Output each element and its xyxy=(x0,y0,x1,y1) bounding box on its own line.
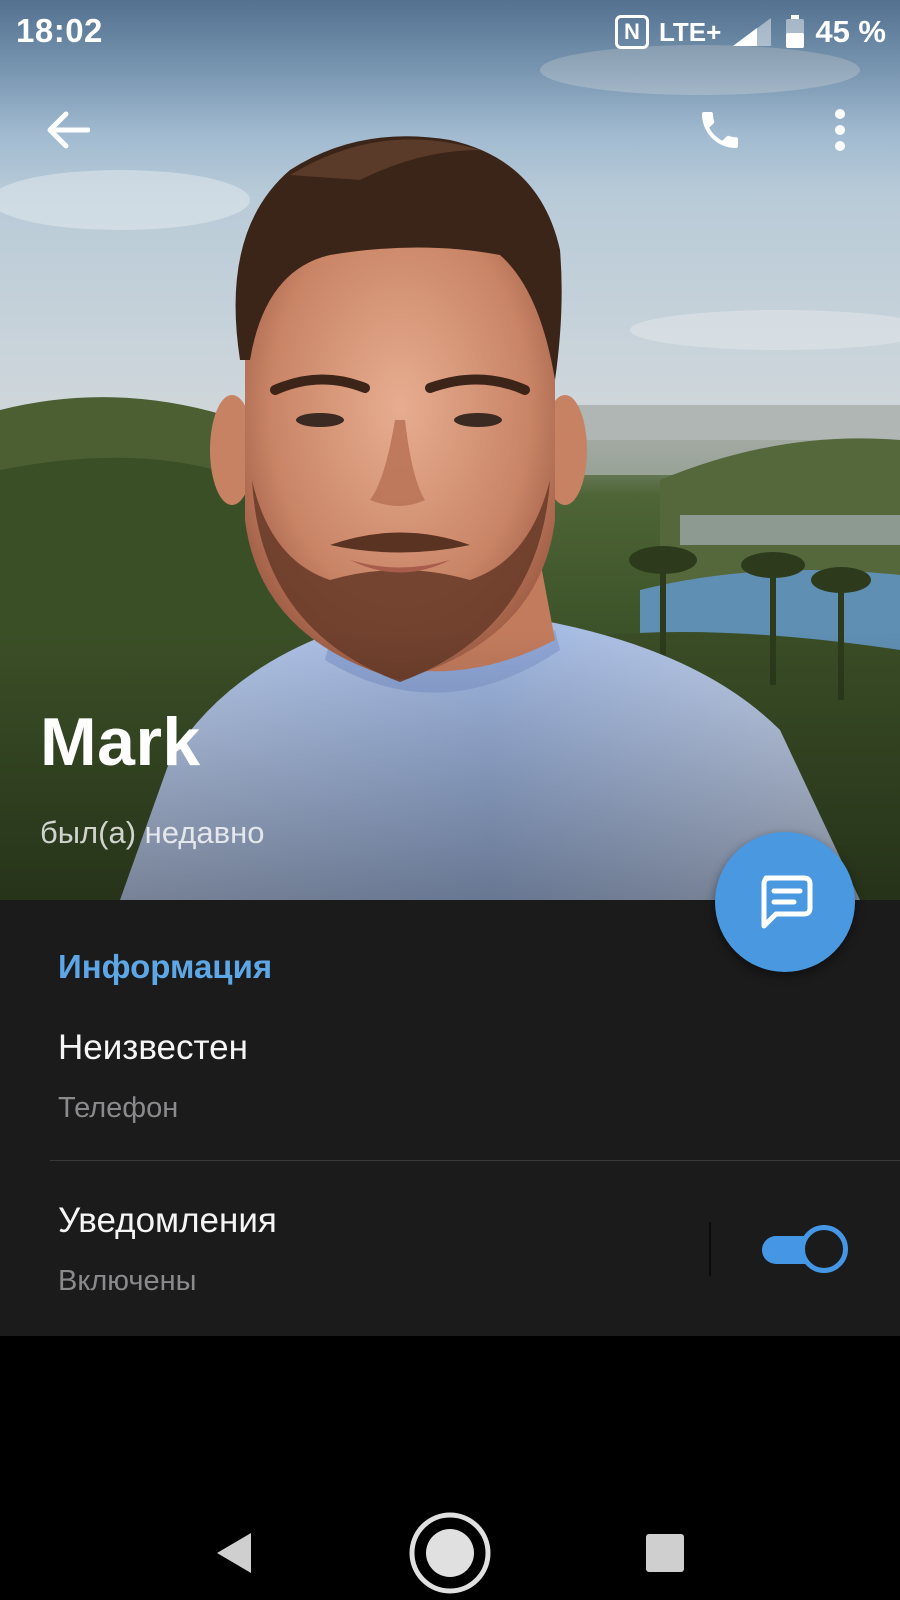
toggle-separator xyxy=(709,1222,711,1276)
square-recents-icon xyxy=(646,1534,684,1572)
nfc-icon: N xyxy=(614,15,649,49)
message-icon xyxy=(761,875,813,929)
signal-icon xyxy=(733,18,772,46)
phone-value[interactable]: Неизвестен xyxy=(58,1028,248,1068)
back-button[interactable] xyxy=(33,95,103,165)
nav-back-button[interactable] xyxy=(183,1508,283,1598)
section-title-info: Информация xyxy=(58,948,273,985)
nav-home-button[interactable] xyxy=(400,1508,500,1598)
notifications-toggle[interactable] xyxy=(762,1225,848,1273)
battery-percent: 45 % xyxy=(815,14,886,49)
phone-label: Телефон xyxy=(58,1092,179,1124)
more-vertical-icon xyxy=(835,109,845,151)
divider xyxy=(50,1160,900,1161)
more-options-button[interactable] xyxy=(805,95,875,165)
call-button[interactable] xyxy=(685,95,755,165)
status-time: 18:02 xyxy=(16,12,103,49)
battery-icon xyxy=(786,15,805,48)
phone-icon xyxy=(702,112,738,148)
notifications-title[interactable]: Уведомления xyxy=(58,1201,277,1241)
notifications-status: Включены xyxy=(58,1265,197,1297)
profile-last-seen: был(а) недавно xyxy=(40,815,265,850)
circle-home-icon xyxy=(409,1512,491,1594)
profile-name: Mark xyxy=(40,704,201,780)
send-message-button[interactable] xyxy=(715,832,855,972)
network-type-label: LTE+ xyxy=(658,16,722,47)
status-icons: N LTE+ 45 % xyxy=(614,12,886,52)
status-bar: 18:02 N LTE+ 45 % xyxy=(0,0,900,64)
arrow-left-icon xyxy=(47,111,90,149)
nav-recents-button[interactable] xyxy=(615,1508,715,1598)
toggle-knob xyxy=(800,1225,848,1273)
profile-header: 18:02 N LTE+ 45 % Mark был(а) недавно xyxy=(0,0,900,900)
triangle-back-icon xyxy=(217,1533,251,1573)
